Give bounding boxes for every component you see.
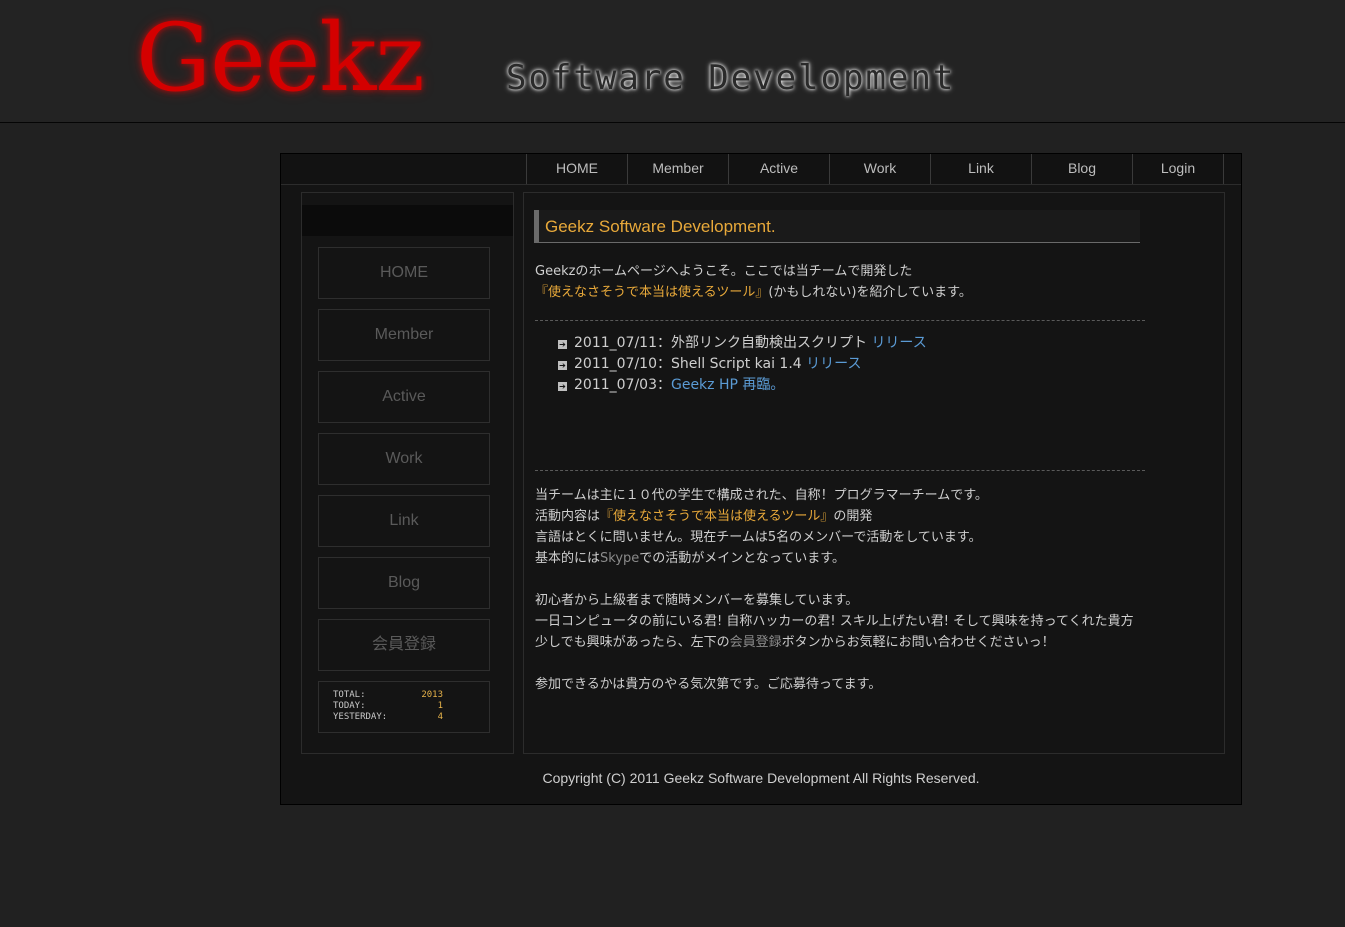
- about-line-8: 参加できるかは貴方のやる気次第です。ご応募待ってます。: [535, 677, 882, 692]
- divider-bottom: [535, 470, 1145, 471]
- counter-total-value: 2013: [421, 690, 443, 700]
- about-line-4-pre: 基本的には: [535, 551, 601, 566]
- counter-today-label: TODAY:: [333, 701, 366, 711]
- intro-line-1: Geekzのホームページへようこそ。ここでは当チームで開発した: [535, 264, 913, 279]
- counter-yesterday-row: YESTERDAY: 4: [333, 712, 443, 723]
- sidebar-member-button[interactable]: Member: [318, 309, 490, 361]
- nav-work[interactable]: Work: [829, 154, 930, 184]
- sidebar-link-button[interactable]: Link: [318, 495, 490, 547]
- about-line-2: 活動内容は『使えなさそうで本当は使えるツール』の開発: [535, 506, 872, 527]
- nav-login[interactable]: Login: [1132, 154, 1224, 184]
- sidebar-active-button[interactable]: Active: [318, 371, 490, 423]
- news-text: 外部リンク自動検出スクリプト: [670, 335, 872, 351]
- counter-today-value: 1: [437, 701, 443, 711]
- about-line-7: 少しでも興味があったら、左下の会員登録ボタンからお気軽にお問い合わせくださいっ！: [535, 632, 1055, 653]
- news-date: 2011_07/10：: [574, 356, 671, 372]
- skype-text: Skype: [600, 551, 640, 566]
- nav-home[interactable]: HOME: [526, 154, 627, 184]
- about-line-7-post: ボタンからお気軽にお問い合わせくださいっ！: [781, 635, 1055, 650]
- about-line-1: 当チームは主に１０代の学生で構成された、自称！プログラマーチームです。: [535, 488, 988, 503]
- content-frame: HOME Member Active Work Link Blog Login …: [280, 153, 1242, 805]
- about-line-3: 言語はとくに問いません。現在チームは5名のメンバーで活動をしています。: [535, 530, 982, 545]
- counter-yesterday-value: 4: [437, 712, 443, 722]
- nav-link[interactable]: Link: [930, 154, 1031, 184]
- site-tagline: Software Development: [506, 58, 956, 98]
- sidebar-blog-button[interactable]: Blog: [318, 557, 490, 609]
- register-text: 会員登録: [729, 635, 782, 650]
- arrow-bullet-icon: ➔: [558, 361, 567, 370]
- page-title: Geekz Software Development.: [534, 210, 1140, 243]
- counter-today-row: TODAY: 1: [333, 701, 443, 712]
- counter-total-label: TOTAL:: [333, 690, 366, 700]
- news-link[interactable]: リリース: [806, 356, 861, 372]
- news-link[interactable]: リリース: [871, 335, 926, 351]
- arrow-bullet-icon: ➔: [558, 382, 567, 391]
- sidebar-register-button[interactable]: 会員登録: [318, 619, 490, 671]
- nav-active[interactable]: Active: [728, 154, 829, 184]
- news-date: 2011_07/03：: [574, 377, 671, 393]
- news-link[interactable]: Geekz HP 再臨。: [671, 377, 784, 393]
- access-counter: TOTAL: 2013 TODAY: 1 YESTERDAY: 4: [318, 681, 490, 733]
- counter-total-row: TOTAL: 2013: [333, 690, 443, 701]
- about-line-2-post: の開発: [833, 509, 873, 524]
- sidebar-work-button[interactable]: Work: [318, 433, 490, 485]
- news-text: Shell Script kai 1.4: [670, 356, 807, 372]
- news-date: 2011_07/11：: [574, 335, 671, 351]
- main-content: Geekz Software Development. Geekzのホームページ…: [523, 192, 1225, 754]
- about-line-2-highlight: 『使えなさそうで本当は使えるツール』: [600, 509, 834, 524]
- news-item: ➔ 2011_07/11：外部リンク自動検出スクリプト リリース: [558, 333, 927, 354]
- arrow-bullet-icon: ➔: [558, 340, 567, 349]
- sidebar-home-button[interactable]: HOME: [318, 247, 490, 299]
- nav-member[interactable]: Member: [627, 154, 728, 184]
- counter-yesterday-label: YESTERDAY:: [333, 712, 388, 722]
- top-navigation: HOME Member Active Work Link Blog Login: [281, 154, 1241, 185]
- about-line-5: 初心者から上級者まで随時メンバーを募集しています。: [535, 593, 859, 608]
- intro-highlight: 『使えなさそうで本当は使えるツール』: [535, 285, 769, 300]
- about-line-4-post: での活動がメインとなっています。: [639, 551, 845, 566]
- copyright-footer: Copyright (C) 2011 Geekz Software Develo…: [542, 770, 980, 786]
- site-logo[interactable]: Geekz: [136, 4, 425, 114]
- about-line-2-pre: 活動内容は: [535, 509, 601, 524]
- site-header: Geekz Software Development: [0, 0, 1345, 123]
- about-line-4: 基本的にはSkypeでの活動がメインとなっています。: [535, 548, 845, 569]
- news-item: ➔ 2011_07/03：Geekz HP 再臨。: [558, 375, 784, 396]
- sidebar-header-bar: [302, 205, 513, 236]
- sidebar: HOME Member Active Work Link Blog 会員登録 T…: [301, 192, 514, 754]
- intro-line-2: 『使えなさそうで本当は使えるツール』(かもしれない)を紹介しています。: [535, 282, 972, 303]
- about-line-6: 一日コンピュータの前にいる君! 自称ハッカーの君! スキル上げたい君! そして興…: [535, 614, 1134, 629]
- about-line-7-pre: 少しでも興味があったら、左下の: [535, 635, 730, 650]
- nav-blog[interactable]: Blog: [1031, 154, 1132, 184]
- intro-rest: (かもしれない)を紹介しています。: [768, 285, 972, 300]
- news-item: ➔ 2011_07/10：Shell Script kai 1.4 リリース: [558, 354, 861, 375]
- divider-top: [535, 320, 1145, 321]
